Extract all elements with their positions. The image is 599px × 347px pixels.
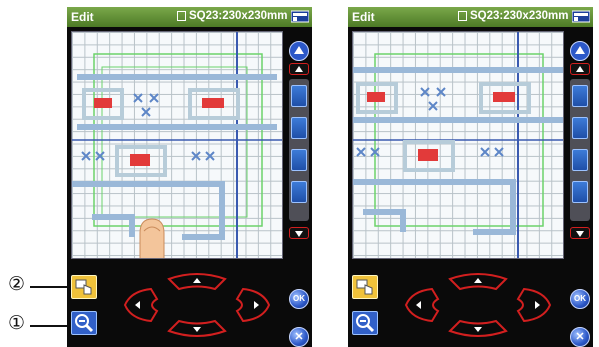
scroll-up-button[interactable] [570, 63, 590, 75]
zoom-out-button[interactable] [71, 311, 97, 335]
move-left-button[interactable] [404, 287, 440, 323]
zoom-out-button[interactable] [352, 311, 378, 335]
arrow-down-icon [295, 231, 303, 237]
move-left-button[interactable] [123, 287, 159, 323]
hand-button[interactable] [352, 275, 378, 299]
arrow-up-icon [576, 66, 584, 72]
direction-pad [123, 273, 271, 337]
red-motifs [94, 98, 224, 166]
tool-delete-button[interactable] [291, 181, 307, 203]
edit-screen-after: Edit SQ23:230x230mm OK ✕ [348, 7, 593, 347]
direction-pad [404, 273, 552, 337]
zoom-out-icon [75, 314, 94, 333]
close-button[interactable]: ✕ [570, 327, 590, 347]
tool-hoop-button[interactable] [572, 85, 588, 107]
hoop-size-label: SQ23:230x230mm [470, 10, 569, 22]
ok-button[interactable]: OK [289, 289, 309, 309]
arrow-down-icon [576, 231, 584, 237]
machine-view-button[interactable] [289, 41, 309, 61]
scroll-down-button[interactable] [289, 227, 309, 239]
scroll-up-button[interactable] [289, 63, 309, 75]
embroidery-pattern [72, 32, 282, 258]
hoop-size: SQ23:230x230mm [177, 10, 287, 22]
tool-delete-button[interactable] [572, 181, 588, 203]
hoop-icon [458, 11, 467, 21]
hoop-size-label: SQ23:230x230mm [189, 10, 288, 22]
embroidery-canvas[interactable] [352, 31, 564, 259]
hoop-icon [177, 11, 186, 21]
ok-button[interactable]: OK [570, 289, 590, 309]
hand-icon [356, 279, 373, 295]
callout-1-leader [30, 325, 72, 327]
move-right-button[interactable] [516, 287, 552, 323]
zoom-out-icon [356, 314, 375, 333]
hoop-size: SQ23:230x230mm [458, 10, 568, 22]
title-bar: Edit SQ23:230x230mm [67, 7, 312, 27]
machine-icon [291, 10, 309, 23]
machine-view-button[interactable] [570, 41, 590, 61]
finger-icon [139, 218, 165, 258]
callout-1: ① [8, 312, 26, 334]
machine-icon [572, 10, 590, 23]
close-button[interactable]: ✕ [289, 327, 309, 347]
red-motifs [367, 92, 515, 161]
screen-title: Edit [71, 10, 94, 24]
edit-screen-before: Edit SQ23:230x230mm OK ✕ [67, 7, 312, 347]
tool-layout-button[interactable] [572, 117, 588, 139]
tool-layout-button[interactable] [291, 117, 307, 139]
move-right-button[interactable] [235, 287, 271, 323]
tool-copy-button[interactable] [291, 149, 307, 171]
hand-icon [75, 279, 92, 295]
arrow-up-icon [295, 66, 303, 72]
scroll-down-button[interactable] [570, 227, 590, 239]
screen-title: Edit [352, 10, 375, 24]
tool-hoop-button[interactable] [291, 85, 307, 107]
title-bar: Edit SQ23:230x230mm [348, 7, 593, 27]
tool-strip [289, 79, 309, 221]
callout-2-leader [30, 286, 72, 288]
embroidery-canvas[interactable] [71, 31, 283, 259]
tool-copy-button[interactable] [572, 149, 588, 171]
embroidery-pattern [353, 32, 563, 258]
tool-strip [570, 79, 590, 221]
hand-button[interactable] [71, 275, 97, 299]
callout-2: ② [8, 273, 26, 295]
